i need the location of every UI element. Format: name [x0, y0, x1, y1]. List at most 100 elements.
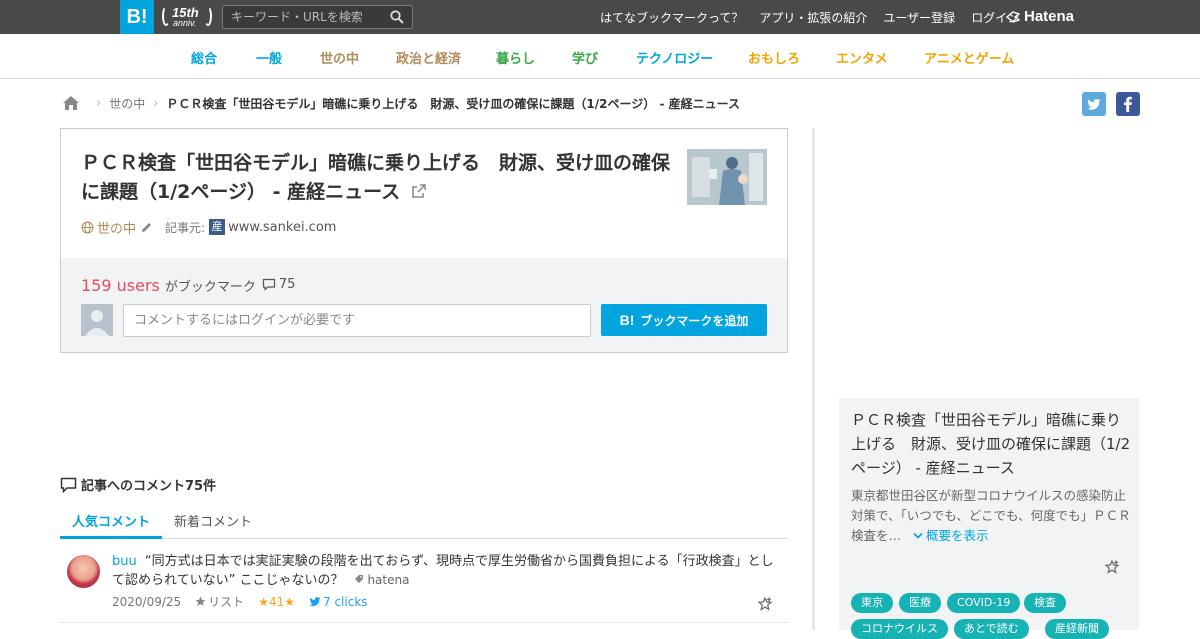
comments-heading-text: 記事へのコメント75件 [81, 479, 217, 494]
comment-tag[interactable]: hatena [354, 573, 410, 587]
category-nav: 総合 一般 世の中 政治と経済 暮らし 学び テクノロジー おもしろ エンタメ … [0, 34, 1200, 79]
comment-text: “同方式は日本では実証実験の段階を出ておらず、現時点で厚生労働省から国費負担によ… [112, 554, 774, 588]
star-count-value: 41 [268, 594, 285, 609]
tab-fun[interactable]: おもしろ [748, 48, 800, 67]
add-bookmark-button[interactable]: B! ブックマークを追加 [601, 304, 767, 336]
tag-pill[interactable]: あとで読む [954, 619, 1029, 639]
clicks-label: 7 clicks [323, 594, 368, 609]
add-star-button-icon[interactable] [758, 597, 772, 611]
add-star-icon[interactable]: ★ [284, 595, 295, 609]
entry-title-text[interactable]: ＰＣＲ検査「世田谷モデル」暗礁に乗り上げる 財源、受け皿の確保に課題（1/2ペー… [81, 152, 670, 203]
tab-entertainment[interactable]: エンタメ [836, 48, 888, 67]
hatena-brand-text: Hatena [1024, 8, 1075, 25]
add-bookmark-label: ブックマークを追加 [640, 313, 749, 328]
home-icon[interactable] [62, 95, 80, 111]
tab-general[interactable]: 総合 [191, 48, 217, 67]
apps-link[interactable]: アプリ・拡張の紹介 [759, 9, 867, 26]
breadcrumb-category[interactable]: 世の中 [109, 95, 145, 112]
entry-category[interactable]: 世の中 [81, 218, 153, 237]
comment-body: buu “同方式は日本では実証実験の段階を出ておらず、現時点で厚生労働省から国費… [112, 552, 782, 590]
globe-icon [81, 221, 94, 233]
star-icon [195, 596, 206, 606]
comment-tabs: 人気コメント 新着コメント [60, 505, 788, 539]
wreath-right-icon [204, 6, 212, 26]
comment-date[interactable]: 2020/09/25 [112, 595, 181, 609]
users-count[interactable]: 159 users [81, 276, 160, 295]
commenter-name[interactable]: buu [112, 554, 137, 569]
facebook-share-button[interactable] [1116, 92, 1140, 116]
facebook-icon [1124, 96, 1132, 113]
tab-new-comments[interactable]: 新着コメント [162, 505, 264, 539]
twitter-clicks[interactable]: 7 clicks [309, 595, 368, 609]
entry-header: ＰＣＲ検査「世田谷モデル」暗礁に乗り上げる 財源、受け皿の確保に課題（1/2ペー… [61, 129, 787, 258]
pencil-icon[interactable] [140, 221, 153, 234]
tag-pill[interactable]: COVID-19 [947, 593, 1021, 613]
show-summary-label: 概要を表示 [926, 528, 989, 543]
tag-pill[interactable]: 産経新聞 [1045, 619, 1109, 639]
twitter-share-button[interactable] [1082, 92, 1106, 116]
tag-pill[interactable]: コロナウイルス [851, 619, 948, 639]
tag-pill[interactable]: 医療 [899, 593, 941, 613]
hatena-bookmark-logo[interactable]: B! [120, 0, 154, 34]
tab-life[interactable]: 暮らし [496, 48, 535, 67]
sidebar-description-text: 東京都世田谷区が新型コロナウイルスの感染防止対策で、「いつでも、どこでも、何度で… [851, 488, 1131, 543]
comment-count-value: 75 [278, 277, 296, 292]
bookmark-stats: 159 users がブックマーク 75 [81, 276, 295, 295]
entry-category-label: 世の中 [97, 221, 137, 237]
breadcrumb: › 世の中 › ＰＣＲ検査「世田谷モデル」暗礁に乗り上げる 財源、受け皿の確保に… [62, 94, 740, 112]
chevron-down-icon [913, 532, 923, 539]
search-input[interactable] [223, 6, 383, 28]
twitter-icon [309, 596, 321, 606]
tab-ippan[interactable]: 一般 [256, 48, 282, 67]
tag-pill[interactable]: 検査 [1024, 593, 1066, 613]
sidebar-title[interactable]: ＰＣＲ検査「世田谷モデル」暗礁に乗り上げる 財源、受け皿の確保に課題（1/2ペー… [851, 408, 1131, 480]
user-silhouette-icon [85, 310, 109, 336]
register-link[interactable]: ユーザー登録 [883, 9, 955, 26]
tab-game[interactable]: アニメとゲーム [924, 48, 1014, 67]
comments-heading: 記事へのコメント75件 [60, 475, 216, 494]
comment-tag-label: hatena [367, 573, 410, 587]
tag-icon [354, 575, 363, 583]
comment-bubble-icon [60, 477, 77, 493]
external-link-icon[interactable] [411, 183, 427, 199]
comment-meta: 2020/09/25 リスト ★ 41 ★ 7 clicks [112, 593, 382, 610]
entry-meta: 世の中 記事元: 産 www.sankei.com [81, 218, 336, 237]
comment-count[interactable]: 75 [262, 277, 296, 292]
show-summary-button[interactable]: 概要を表示 [913, 528, 989, 543]
hatena-brand[interactable]: Hatena [1006, 8, 1074, 25]
about-link[interactable]: はてなブックマークって？ [600, 9, 743, 26]
tab-it[interactable]: テクノロジー [636, 48, 713, 67]
column-divider [812, 128, 815, 630]
search-box [222, 5, 413, 29]
source-domain[interactable]: www.sankei.com [228, 220, 336, 235]
tab-popular-comments[interactable]: 人気コメント [60, 505, 163, 539]
chevron-right-icon: › [96, 95, 102, 111]
top-links: はてなブックマークって？ アプリ・拡張の紹介 ユーザー登録 ログイン [600, 0, 1035, 34]
entry-thumbnail[interactable] [687, 149, 767, 205]
entry-title[interactable]: ＰＣＲ検査「世田谷モデル」暗礁に乗り上げる 財源、受け皿の確保に課題（1/2ペー… [81, 149, 679, 207]
source-favicon: 産 [209, 219, 226, 235]
search-icon[interactable] [390, 10, 404, 24]
bookmark-b-icon: B! [619, 312, 635, 328]
tab-social[interactable]: 世の中 [320, 48, 359, 67]
user-avatar-placeholder [81, 304, 113, 336]
bookmark-panel: 159 users がブックマーク 75 B! ブックマークを追加 [61, 258, 787, 352]
wreath-left-icon [162, 6, 170, 26]
commenter-avatar[interactable] [67, 555, 100, 588]
tab-economics[interactable]: 政治と経済 [396, 48, 461, 67]
tab-knowledge[interactable]: 学び [572, 48, 598, 67]
thumbnail-image [687, 149, 767, 205]
tag-pill[interactable]: 東京 [851, 593, 893, 613]
top-bar: B! 15th anniv. はてなブックマークって？ アプリ・拡張の紹介 ユー… [0, 0, 1200, 34]
chevron-right-icon: › [153, 95, 159, 111]
comment-input[interactable] [123, 304, 591, 337]
comment-bubble-icon [262, 278, 275, 291]
hatena-bird-icon [1006, 10, 1020, 23]
star-count[interactable]: ★ 41 ★ [258, 595, 295, 609]
star-prefix-icon: ★ [258, 594, 269, 609]
list-label: リスト [208, 595, 245, 609]
list-add[interactable]: リスト [195, 593, 244, 610]
comment-item: buu “同方式は日本では実証実験の段階を出ておらず、現時点で厚生労働省から国費… [60, 548, 788, 623]
add-star-button-icon[interactable] [1105, 560, 1119, 574]
twitter-icon [1087, 99, 1101, 110]
